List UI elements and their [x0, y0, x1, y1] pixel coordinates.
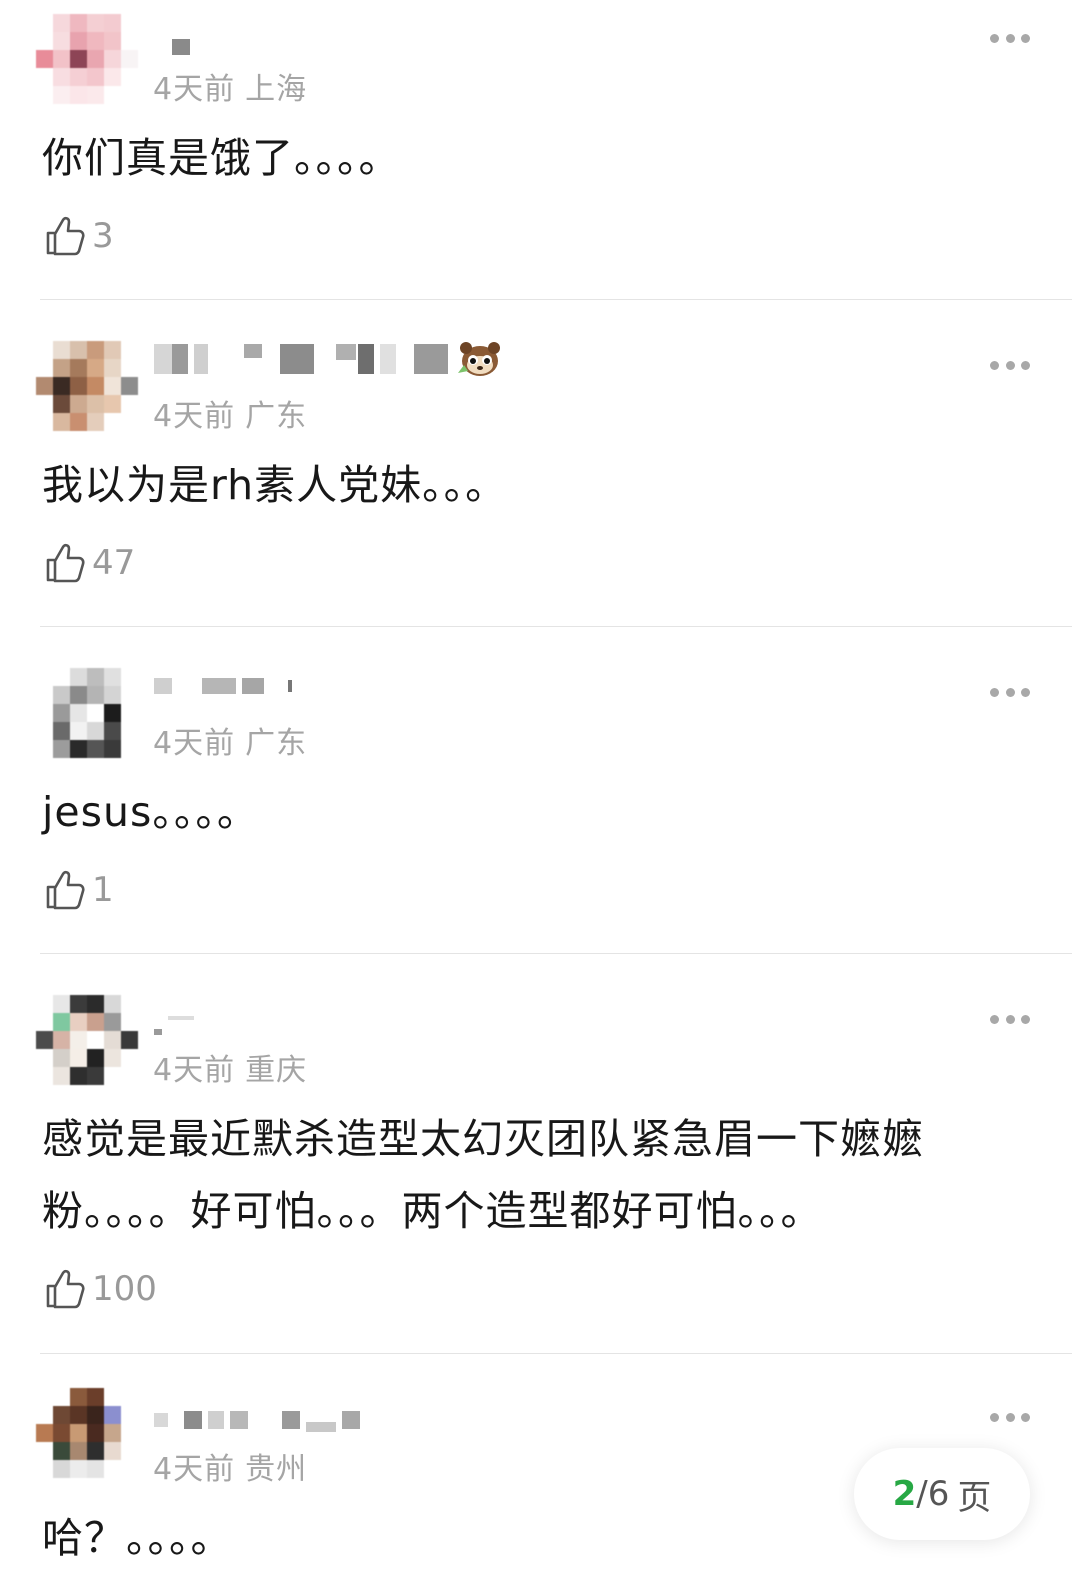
page-indicator[interactable]: 2/6 页: [854, 1448, 1030, 1540]
username-redacted[interactable]: [154, 24, 190, 60]
current-page: 2: [892, 1474, 917, 1514]
comment-text: 哈？。。。。: [42, 1514, 233, 1562]
comment-location: 上海: [245, 72, 308, 107]
comment-time: 4天前: [153, 726, 236, 761]
comment-text: 感觉是最近默杀造型太幻灭团队紧急眉一下嬷嬷粉。。。。好可怕。。。两个造型都好可怕…: [42, 1115, 924, 1235]
comment-location: 广东: [245, 726, 308, 761]
username-redacted[interactable]: [154, 1402, 360, 1438]
like-button[interactable]: 47: [44, 541, 135, 585]
total-pages: /6: [916, 1474, 950, 1514]
like-count: 1: [92, 870, 114, 910]
username-redacted[interactable]: [154, 668, 292, 704]
more-options-icon[interactable]: [990, 687, 1030, 697]
username-redacted[interactable]: [154, 341, 500, 377]
comment-location: 贵州: [245, 1452, 308, 1487]
user-avatar[interactable]: [36, 668, 138, 758]
like-button[interactable]: 100: [44, 1267, 157, 1311]
more-options-icon[interactable]: [990, 360, 1030, 370]
comment-time: 4天前: [153, 1452, 236, 1487]
comment-meta: 4天前 重庆: [153, 1045, 307, 1089]
like-count: 100: [92, 1269, 157, 1309]
thumbs-up-icon: [46, 216, 85, 256]
username-redacted[interactable]: [154, 1005, 194, 1041]
comment-text: jesus。。。。: [42, 788, 259, 836]
user-avatar[interactable]: [36, 1388, 138, 1478]
like-button[interactable]: 1: [44, 868, 114, 912]
like-count: 47: [92, 543, 136, 583]
raccoon-emoji-icon: [458, 342, 500, 376]
divider: [40, 626, 1072, 627]
comment-meta: 4天前 广东: [153, 718, 307, 762]
comment-meta: 4天前 广东: [153, 391, 307, 435]
divider: [40, 299, 1072, 300]
thumbs-up-icon: [46, 543, 85, 583]
user-avatar[interactable]: [36, 995, 138, 1085]
comment-meta: 4天前 上海: [153, 64, 307, 108]
thumbs-up-icon: [46, 1269, 85, 1309]
divider: [40, 953, 1072, 954]
more-options-icon[interactable]: [990, 33, 1030, 43]
comment-location: 广东: [245, 399, 308, 434]
page-unit: 页: [957, 1477, 992, 1518]
comment-text: 我以为是rh素人党妹。。。: [42, 461, 508, 509]
divider: [40, 1353, 1072, 1354]
thumbs-up-icon: [46, 870, 85, 910]
comment-meta: 4天前 贵州: [153, 1444, 307, 1488]
more-options-icon[interactable]: [990, 1014, 1030, 1024]
user-avatar[interactable]: [36, 341, 138, 431]
like-button[interactable]: 3: [44, 214, 114, 258]
comment-text: 你们真是饿了。。。。: [42, 134, 401, 182]
comment-time: 4天前: [153, 72, 236, 107]
user-avatar[interactable]: [36, 14, 138, 104]
comment-time: 4天前: [153, 399, 236, 434]
more-options-icon[interactable]: [990, 1412, 1030, 1422]
like-count: 3: [92, 216, 114, 256]
comment-location: 重庆: [245, 1053, 308, 1088]
comment-time: 4天前: [153, 1053, 236, 1088]
